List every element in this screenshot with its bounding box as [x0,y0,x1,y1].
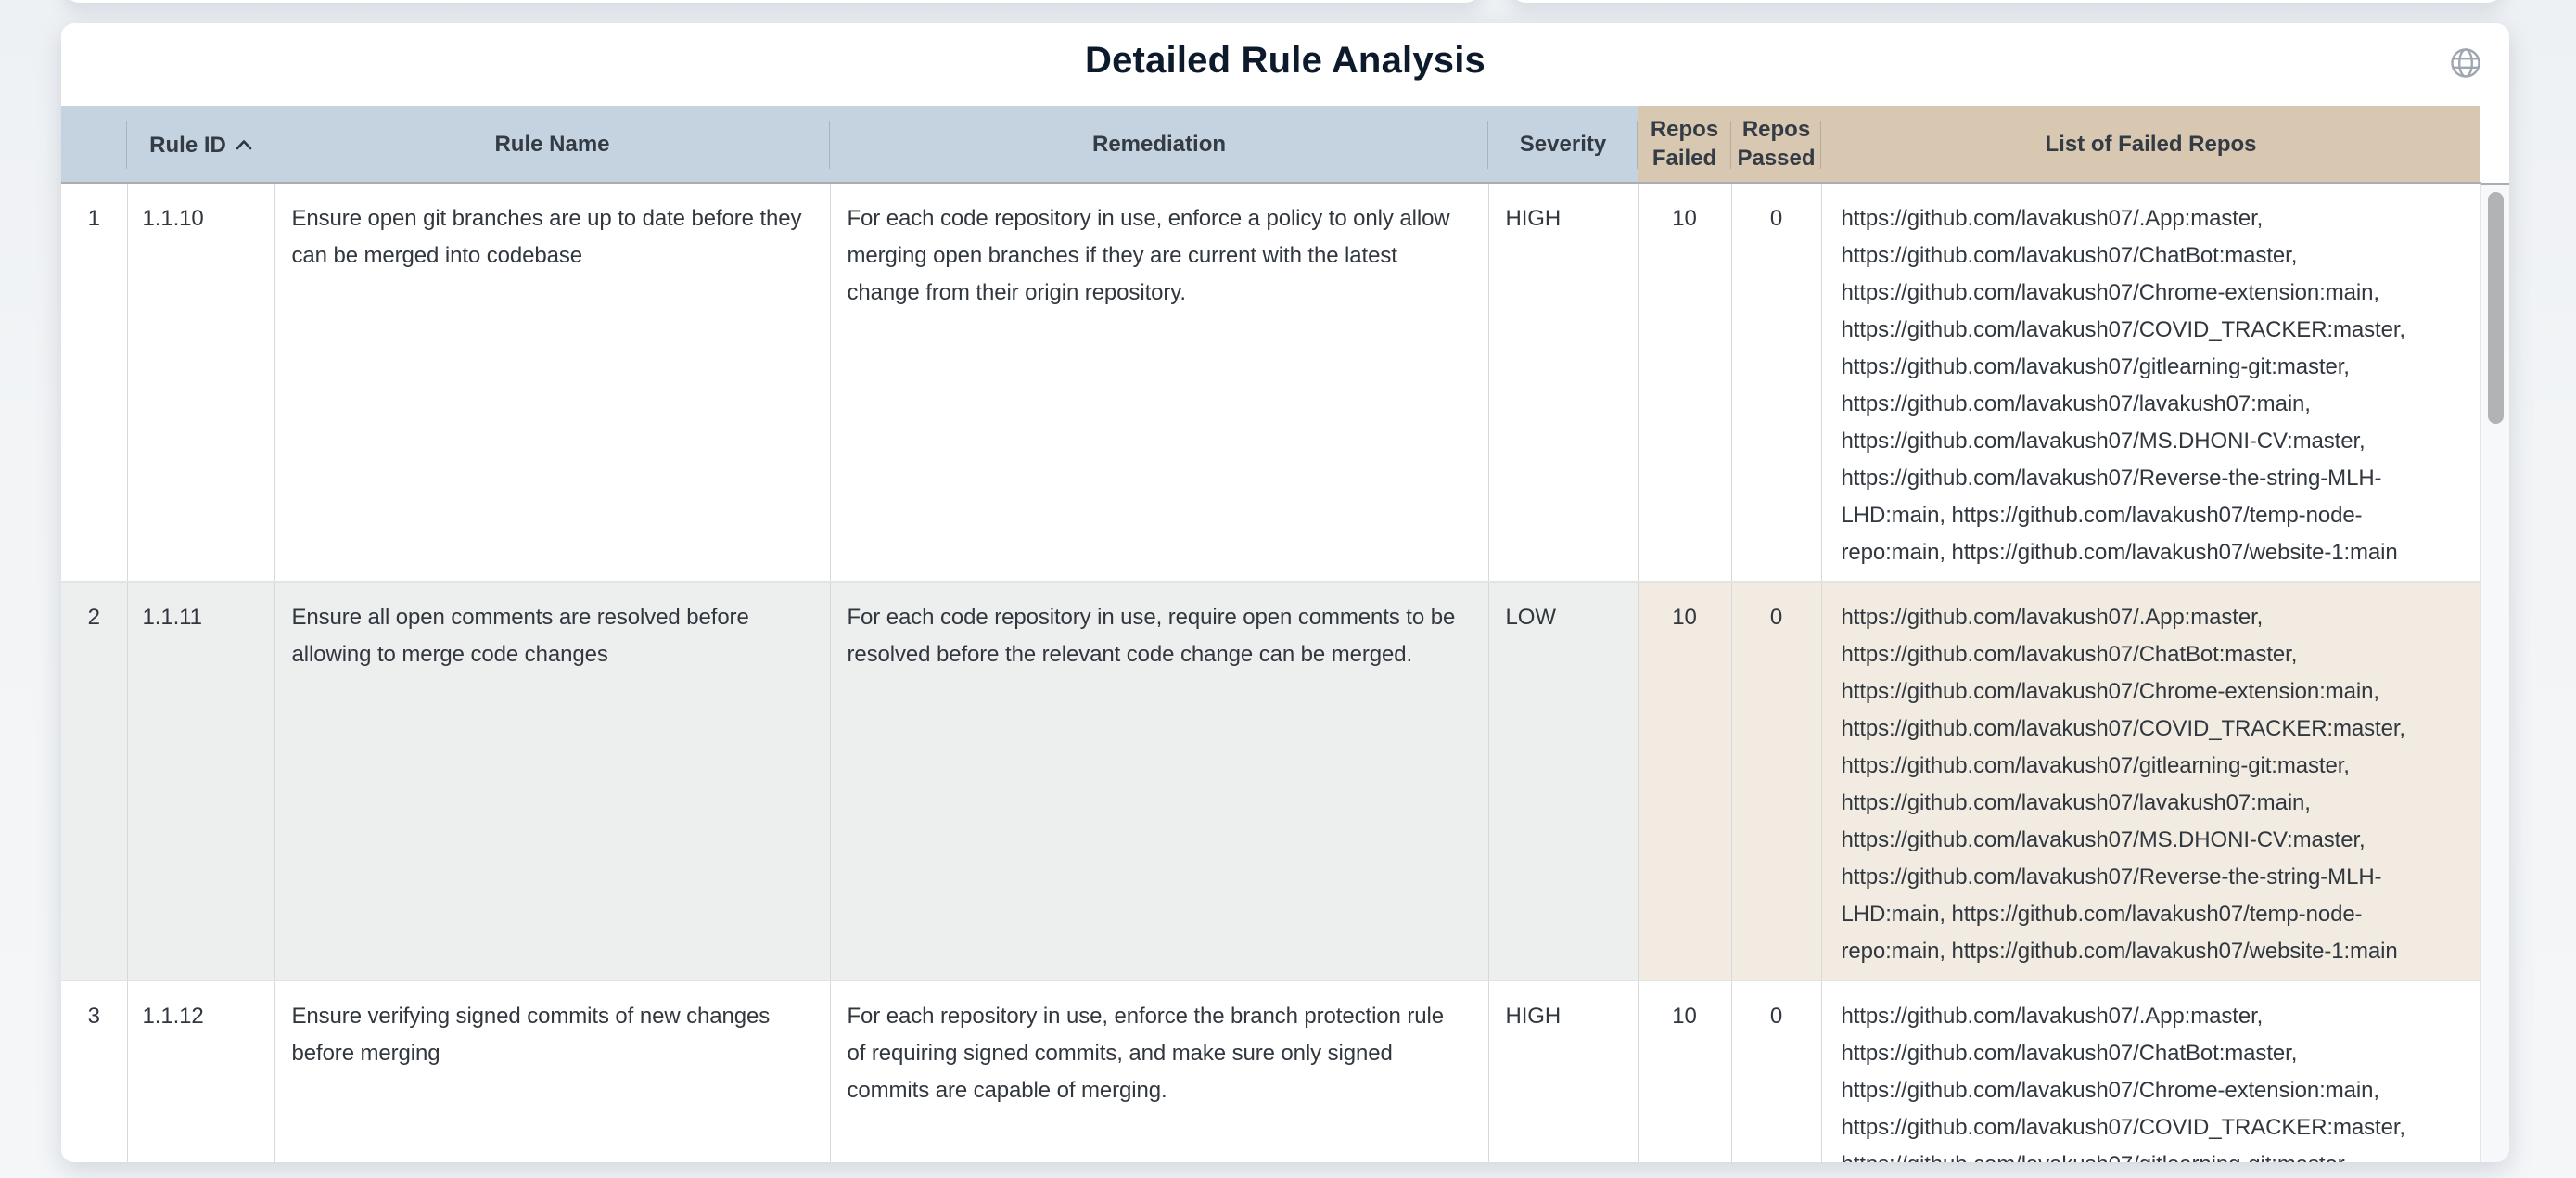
severity-cell: HIGH [1488,980,1638,1162]
failed-repos-list-cell: https://github.com/lavakush07/.App:maste… [1821,582,2480,980]
repos-passed-cell: 0 [1731,582,1821,980]
remediation-cell: For each code repository in use, require… [830,582,1488,980]
column-header-repos-passed[interactable]: Repos Passed [1731,106,1821,183]
column-header-rule-id[interactable]: Rule ID [127,106,274,183]
failed-repos-list-cell: https://github.com/lavakush07/.App:maste… [1821,183,2480,582]
previous-card-right [1510,0,2504,3]
table-header-row: Rule ID Rule Name Remediation Severity R… [61,106,2480,183]
remediation-cell: For each repository in use, enforce the … [830,980,1488,1162]
vertical-scrollbar-track[interactable] [2480,183,2509,1162]
severity-cell: LOW [1488,582,1638,980]
failed-repos-list-cell: https://github.com/lavakush07/.App:maste… [1821,980,2480,1162]
column-header-rule-name[interactable]: Rule Name [274,106,830,183]
table-row: 2 1.1.11 Ensure all open comments are re… [61,582,2480,980]
table-row: 3 1.1.12 Ensure verifying signed commits… [61,980,2480,1162]
sort-ascending-icon [236,129,252,158]
severity-cell: HIGH [1488,183,1638,582]
page-title: Detailed Rule Analysis [61,40,2509,82]
repos-failed-cell: 10 [1638,183,1731,582]
column-header-rule-id-label: Rule ID [149,133,226,158]
rule-name-cell: Ensure open git branches are up to date … [274,183,830,582]
row-index: 1 [61,183,127,582]
remediation-cell: For each code repository in use, enforce… [830,183,1488,582]
table-row: 1 1.1.10 Ensure open git branches are up… [61,183,2480,582]
rule-id-cell: 1.1.11 [127,582,274,980]
column-header-failed-repos-list[interactable]: List of Failed Repos [1821,106,2480,183]
repos-passed-cell: 0 [1731,980,1821,1162]
column-header-index[interactable] [61,106,127,183]
detailed-rule-analysis-card: Detailed Rule Analysis Rule ID Rule Name [61,23,2509,1162]
previous-card-left [63,0,1482,3]
repos-failed-cell: 10 [1638,980,1731,1162]
column-header-repos-failed[interactable]: Repos Failed [1638,106,1731,183]
repos-passed-cell: 0 [1731,183,1821,582]
vertical-scrollbar-thumb[interactable] [2488,192,2504,424]
column-header-severity[interactable]: Severity [1488,106,1638,183]
globe-icon[interactable] [2450,47,2481,79]
row-index: 3 [61,980,127,1162]
repos-failed-cell: 10 [1638,582,1731,980]
rule-id-cell: 1.1.10 [127,183,274,582]
rule-analysis-table: Rule ID Rule Name Remediation Severity R… [61,106,2480,1162]
rule-name-cell: Ensure verifying signed commits of new c… [274,980,830,1162]
rule-id-cell: 1.1.12 [127,980,274,1162]
row-index: 2 [61,582,127,980]
column-header-remediation[interactable]: Remediation [830,106,1488,183]
rule-name-cell: Ensure all open comments are resolved be… [274,582,830,980]
